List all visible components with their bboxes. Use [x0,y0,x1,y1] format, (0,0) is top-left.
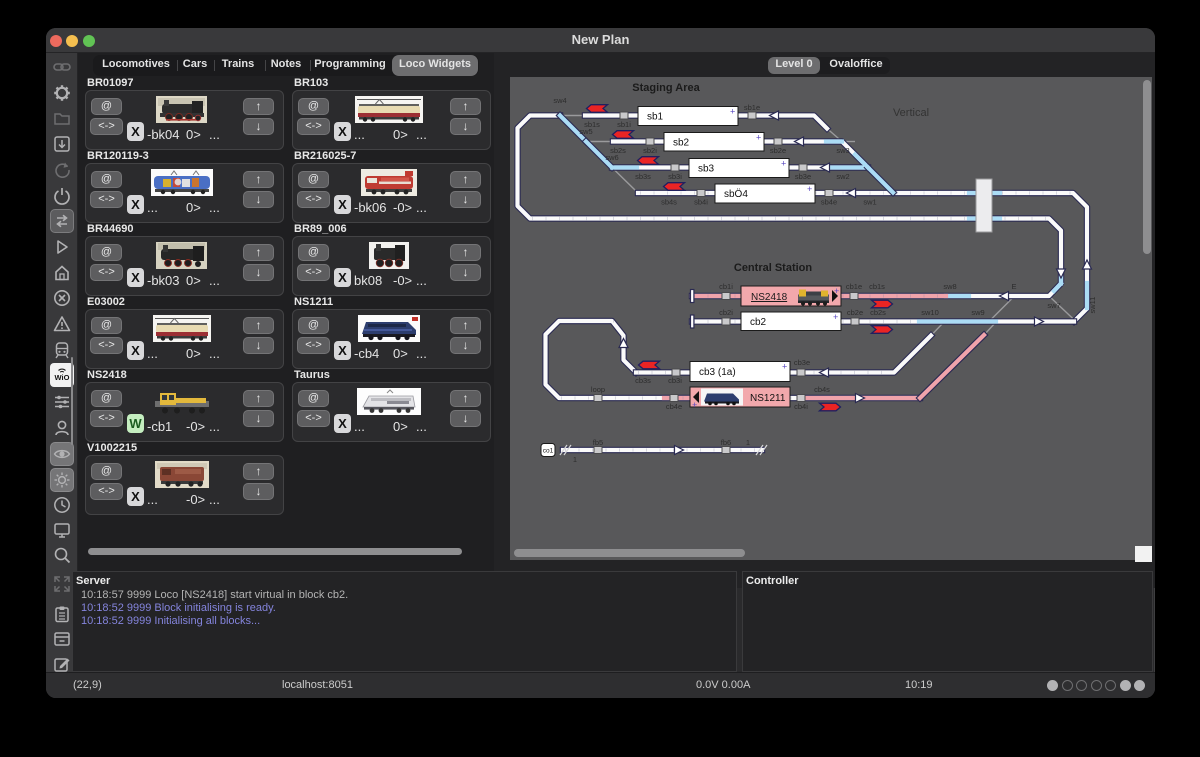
svg-text:sw6: sw6 [605,153,618,162]
svg-text:sb2: sb2 [673,137,690,148]
svg-text:WiO: WiO [55,373,70,382]
svg-text:cb4s: cb4s [814,385,830,394]
svg-text:sw2: sw2 [836,172,849,181]
svg-text:+: + [692,400,697,410]
svg-text:sw7: sw7 [1047,301,1060,310]
svg-text:sw11: sw11 [1088,297,1097,314]
svg-text:cb2i: cb2i [719,308,733,317]
svg-text:sb1: sb1 [647,112,664,123]
svg-text:co1: co1 [543,448,554,455]
svg-text:+: + [756,133,761,143]
svg-text:+: + [834,286,839,296]
svg-text:sb3e: sb3e [795,172,811,181]
svg-text:sb3i: sb3i [668,172,682,181]
svg-text:NS1211: NS1211 [750,393,786,404]
svg-text:E: E [1011,282,1016,291]
svg-text:1: 1 [746,438,750,447]
svg-text:sb3s: sb3s [635,172,651,181]
svg-text:sw4: sw4 [553,96,566,105]
svg-text:sw1: sw1 [863,198,876,207]
svg-text:sb1i: sb1i [617,120,631,129]
svg-text:+: + [730,107,735,117]
svg-text:cb2e: cb2e [847,308,863,317]
svg-text:sbÖ4: sbÖ4 [724,188,748,200]
svg-text:Central Station: Central Station [734,262,813,274]
svg-text:sb2i: sb2i [643,146,657,155]
svg-text:cb3 (1a): cb3 (1a) [699,367,736,378]
svg-text:cb4i: cb4i [794,402,808,411]
svg-text:cb2: cb2 [750,317,767,328]
svg-text:cb3e: cb3e [794,358,810,367]
svg-text:sw8: sw8 [943,282,956,291]
svg-text:fb5: fb5 [593,438,603,447]
svg-text:sb2e: sb2e [770,146,786,155]
svg-text:sb4i: sb4i [694,198,708,207]
svg-text:sb1e: sb1e [744,103,760,112]
svg-text:+: + [781,159,786,169]
svg-text:cb1i: cb1i [719,282,733,291]
svg-text:sw9: sw9 [971,308,984,317]
svg-text:sb4s: sb4s [661,198,677,207]
svg-text:cb1s: cb1s [869,282,885,291]
svg-text:sb4e: sb4e [821,198,837,207]
svg-text:fb6: fb6 [721,438,731,447]
svg-text:+: + [833,312,838,322]
svg-text:sw5: sw5 [579,127,592,136]
svg-text:sb3: sb3 [698,164,715,175]
svg-text:cb2s: cb2s [870,308,886,317]
svg-text:loop: loop [591,385,605,394]
svg-text:Vertical: Vertical [893,107,929,119]
svg-text:+: + [782,362,787,372]
svg-text:Staging Area: Staging Area [632,82,700,94]
svg-text:1: 1 [573,455,577,464]
svg-text:sw10: sw10 [921,308,939,317]
svg-text:NS2418: NS2418 [751,292,788,303]
svg-text:cb3i: cb3i [668,376,682,385]
svg-text:cb4e: cb4e [666,402,682,411]
svg-text:sw3: sw3 [836,146,849,155]
svg-text:cb3s: cb3s [635,376,651,385]
svg-text:cb1e: cb1e [846,282,862,291]
svg-text:+: + [807,184,812,194]
